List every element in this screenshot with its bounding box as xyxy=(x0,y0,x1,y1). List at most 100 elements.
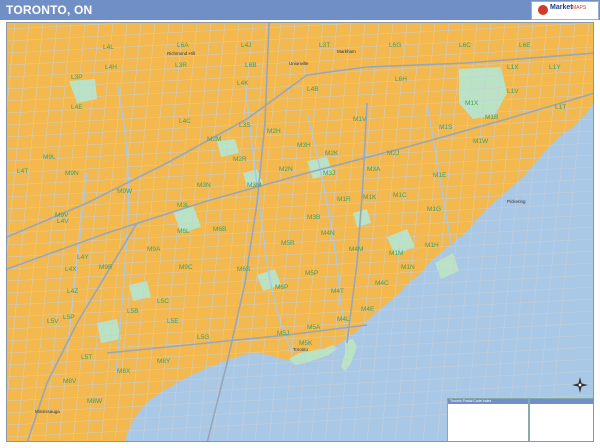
postal-code-label: M3N xyxy=(197,182,211,189)
postal-code-label: L1X xyxy=(507,64,519,71)
index-title: Toronto Postal Code Index xyxy=(448,399,528,404)
postal-code-label: L3P xyxy=(71,74,83,81)
postal-code-label: L4B xyxy=(307,86,319,93)
postal-code-label: M4N xyxy=(321,230,335,237)
postal-code-label: M9C xyxy=(179,264,193,271)
postal-code-label: M9N xyxy=(65,170,79,177)
postal-code-label: L6E xyxy=(519,42,531,49)
legend-header xyxy=(530,399,593,404)
postal-code-label: M1E xyxy=(433,172,447,179)
market-maps-logo: Market MAPS xyxy=(531,1,599,20)
postal-code-label: M9L xyxy=(43,154,56,161)
postal-code-label: L6H xyxy=(395,76,407,83)
postal-code-label: L4J xyxy=(241,42,251,49)
postal-code-label: L1T xyxy=(555,104,566,111)
postal-code-label: M9W xyxy=(117,188,133,195)
postal-code-label: L6A xyxy=(177,42,189,49)
postal-code-label: M1W xyxy=(473,138,489,145)
postal-code-label: M6L xyxy=(177,228,190,235)
postal-code-label: M1C xyxy=(393,192,407,199)
postal-code-label: L5P xyxy=(63,314,75,321)
place-name-label: Richmond Hill xyxy=(167,51,195,56)
postal-code-label: M3B xyxy=(307,214,320,221)
postal-code-label: M2R xyxy=(233,156,247,163)
postal-code-label: L4L xyxy=(103,44,114,51)
postal-code-label: M6S xyxy=(237,266,251,273)
postal-code-label: M8W xyxy=(87,398,103,405)
postal-code-label: M2H xyxy=(267,128,281,135)
postal-code-label: M3A xyxy=(367,166,381,173)
postal-code-label: M1N xyxy=(401,264,415,271)
postal-code-label: M3M xyxy=(247,182,261,189)
postal-code-label: L4E xyxy=(71,104,83,111)
postal-code-label: M3L xyxy=(177,202,190,209)
postal-code-label: M1B xyxy=(485,114,498,121)
postal-code-label: L5T xyxy=(81,354,92,361)
postal-code-label: M4C xyxy=(375,280,389,287)
globe-icon xyxy=(538,5,548,15)
place-name-label: Markham xyxy=(337,49,356,54)
north-arrow-icon xyxy=(572,377,588,393)
postal-code-label: L4Z xyxy=(67,288,78,295)
postal-code-label: M1H xyxy=(425,242,439,249)
postal-code-label: M5R xyxy=(281,240,295,247)
postal-code-label: L5C xyxy=(157,298,169,305)
postal-code-label: M3H xyxy=(297,142,311,149)
postal-code-label: M1R xyxy=(337,196,351,203)
postal-code-label: L4V xyxy=(57,218,69,225)
postal-code-label: M4M xyxy=(349,246,363,253)
postal-code-label: M8V xyxy=(63,378,77,385)
postal-code-label: M6B xyxy=(213,226,226,233)
postal-code-label: M5J xyxy=(277,330,289,337)
postal-code-label: M9R xyxy=(99,264,113,271)
postal-code-label: M8X xyxy=(117,368,131,375)
postal-code-label: L1Y xyxy=(549,64,561,71)
postal-code-label: M8Y xyxy=(157,358,171,365)
street-map[interactable]: L4L L6A L4J L3T L6G L6C L6E L4H L3R L6B L1X L1Y L3P L… xyxy=(6,22,594,442)
postal-code-label: L4K xyxy=(237,80,249,87)
postal-index-table: Toronto Postal Code Index xyxy=(447,398,529,441)
place-name-label: Unionville xyxy=(289,61,309,66)
postal-code-label: L3T xyxy=(319,42,330,49)
postal-code-label: M2N xyxy=(279,166,293,173)
logo-sub: MAPS xyxy=(572,5,587,11)
map-legend xyxy=(529,398,593,441)
postal-code-label: L4T xyxy=(17,168,28,175)
postal-code-label: L4X xyxy=(65,266,77,273)
postal-code-label: L5V xyxy=(47,318,59,325)
postal-code-label: M1X xyxy=(465,100,479,107)
title-bar: TORONTO, ON Market MAPS xyxy=(0,0,600,20)
postal-code-label: L5B xyxy=(127,308,139,315)
postal-code-label: M5P xyxy=(305,270,318,277)
postal-code-label: M1K xyxy=(363,194,377,201)
postal-code-label: M2K xyxy=(325,150,339,157)
postal-code-label: L6G xyxy=(389,42,401,49)
postal-code-label: L5G xyxy=(197,334,209,341)
postal-code-label: L4Y xyxy=(77,254,89,261)
postal-code-label: L3R xyxy=(175,62,187,69)
postal-code-label: M9A xyxy=(147,246,161,253)
logo-text: Market xyxy=(550,4,573,11)
postal-code-label: M5A xyxy=(307,324,321,331)
map-title: TORONTO, ON xyxy=(6,3,93,17)
postal-code-label: M1V xyxy=(353,116,367,123)
postal-code-label: L6C xyxy=(459,42,471,49)
postal-code-label: L4C xyxy=(179,118,191,125)
postal-code-label: M1G xyxy=(427,206,441,213)
postal-code-label: M2M xyxy=(207,136,221,143)
postal-code-label: M3J xyxy=(323,170,335,177)
place-name-label: Mississauga xyxy=(35,409,60,414)
postal-code-label: M4T xyxy=(331,288,344,295)
postal-code-label: M6P xyxy=(275,284,288,291)
postal-code-label: L1V xyxy=(507,88,519,95)
postal-code-label: L6B xyxy=(245,62,257,69)
postal-code-label: M4L xyxy=(337,316,350,323)
postal-code-label: L5E xyxy=(167,318,179,325)
place-name-label: Toronto xyxy=(293,347,309,352)
place-name-label: Pickering xyxy=(507,199,526,204)
postal-code-label: M4E xyxy=(361,306,375,313)
postal-code-label: M1S xyxy=(439,124,453,131)
postal-code-label: M5K xyxy=(299,340,313,347)
postal-code-label: L4H xyxy=(105,64,117,71)
postal-code-label: M2J xyxy=(387,150,399,157)
